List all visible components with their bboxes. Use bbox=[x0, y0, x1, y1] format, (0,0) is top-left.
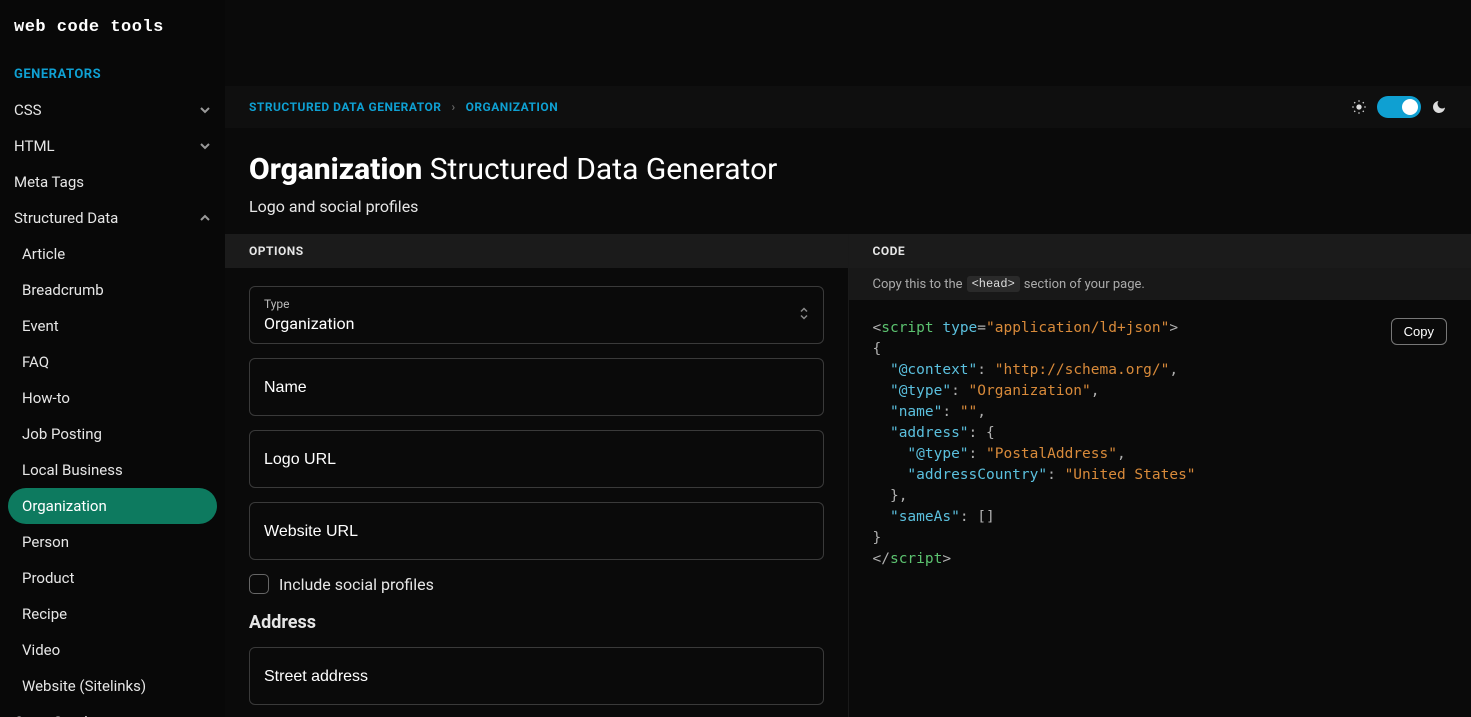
include-social-checkbox[interactable] bbox=[249, 574, 269, 594]
chevron-up-icon bbox=[199, 212, 211, 224]
type-select[interactable]: Type Organization bbox=[249, 286, 824, 344]
page-title: Organization Structured Data Generator bbox=[249, 152, 1447, 187]
sidebar-item-label: Meta Tags bbox=[14, 173, 84, 191]
sidebar-item-recipe[interactable]: Recipe bbox=[0, 596, 225, 632]
options-panel-body: Type Organization bbox=[225, 268, 848, 717]
sidebar-item-breadcrumb[interactable]: Breadcrumb bbox=[0, 272, 225, 308]
options-panel: OPTIONS Type Organization bbox=[225, 234, 849, 717]
head-tag-badge: <head> bbox=[967, 276, 1020, 292]
page-subtitle: Logo and social profiles bbox=[249, 197, 1447, 216]
sidebar-item-label: Job Posting bbox=[22, 425, 102, 443]
sidebar-item-structured-data[interactable]: Structured Data bbox=[0, 200, 225, 236]
sidebar-item-css[interactable]: CSS bbox=[0, 92, 225, 128]
sidebar-item-meta-tags[interactable]: Meta Tags bbox=[0, 164, 225, 200]
theme-toggle bbox=[1351, 96, 1447, 118]
sidebar-item-open-graph[interactable]: Open Graph bbox=[0, 704, 225, 717]
sidebar-item-person[interactable]: Person bbox=[0, 524, 225, 560]
name-input[interactable] bbox=[264, 379, 809, 397]
include-social-label: Include social profiles bbox=[279, 575, 434, 594]
panels: OPTIONS Type Organization bbox=[225, 234, 1471, 717]
sidebar-item-html[interactable]: HTML bbox=[0, 128, 225, 164]
sidebar-item-article[interactable]: Article bbox=[0, 236, 225, 272]
copy-button[interactable]: Copy bbox=[1391, 318, 1447, 345]
breadcrumb: STRUCTURED DATA GENERATOR › ORGANIZATION bbox=[249, 100, 558, 114]
sidebar-item-event[interactable]: Event bbox=[0, 308, 225, 344]
sidebar-item-job-posting[interactable]: Job Posting bbox=[0, 416, 225, 452]
sidebar-item-local-business[interactable]: Local Business bbox=[0, 452, 225, 488]
code-panel-head: CODE bbox=[849, 234, 1471, 268]
logo-url-input[interactable] bbox=[264, 451, 809, 469]
breadcrumb-leaf[interactable]: ORGANIZATION bbox=[466, 100, 559, 114]
sidebar-item-label: Website (Sitelinks) bbox=[22, 677, 146, 695]
name-field[interactable] bbox=[249, 358, 824, 416]
switch-knob bbox=[1402, 99, 1418, 115]
main: STRUCTURED DATA GENERATOR › ORGANIZATION… bbox=[225, 0, 1471, 717]
include-social-row: Include social profiles bbox=[249, 574, 824, 594]
chevron-right-icon: › bbox=[451, 100, 455, 114]
website-url-input[interactable] bbox=[264, 523, 809, 541]
brand[interactable]: web code tools bbox=[0, 0, 225, 61]
breadcrumb-root[interactable]: STRUCTURED DATA GENERATOR bbox=[249, 100, 441, 114]
sidebar-item-label: Person bbox=[22, 533, 69, 551]
header-space bbox=[225, 0, 1471, 86]
sidebar-item-video[interactable]: Video bbox=[0, 632, 225, 668]
sidebar-item-label: How-to bbox=[22, 389, 70, 407]
code-panel: CODE Copy this to the <head> section of … bbox=[849, 234, 1471, 717]
sidebar-item-label: Breadcrumb bbox=[22, 281, 104, 299]
sidebar-section-heading: GENERATORS bbox=[0, 61, 225, 92]
sidebar-item-label: Product bbox=[22, 569, 74, 587]
type-label: Type bbox=[264, 297, 809, 311]
sidebar-item-how-to[interactable]: How-to bbox=[0, 380, 225, 416]
select-chevrons-icon bbox=[799, 306, 809, 325]
sidebar-item-label: Article bbox=[22, 245, 65, 263]
street-address-field[interactable] bbox=[249, 647, 824, 705]
logo-url-field[interactable] bbox=[249, 430, 824, 488]
type-value: Organization bbox=[264, 314, 809, 333]
sidebar-item-faq[interactable]: FAQ bbox=[0, 344, 225, 380]
sidebar-item-label: Open Graph bbox=[14, 713, 93, 717]
sidebar-item-label: Video bbox=[22, 641, 60, 659]
page-title-rest: Structured Data Generator bbox=[430, 152, 778, 187]
website-url-field[interactable] bbox=[249, 502, 824, 560]
sidebar-item-product[interactable]: Product bbox=[0, 560, 225, 596]
sidebar-item-website-sitelinks[interactable]: Website (Sitelinks) bbox=[0, 668, 225, 704]
sidebar-item-label: CSS bbox=[14, 101, 42, 119]
sidebar-item-label: Structured Data bbox=[14, 209, 118, 227]
page-header: Organization Structured Data Generator L… bbox=[225, 128, 1471, 234]
code-body: Copy <script type="application/ld+json">… bbox=[849, 300, 1471, 717]
sidebar-item-label: Recipe bbox=[22, 605, 67, 623]
toolbar: STRUCTURED DATA GENERATOR › ORGANIZATION bbox=[225, 86, 1471, 128]
code-note-pre: Copy this to the bbox=[873, 277, 963, 292]
sun-icon bbox=[1351, 99, 1367, 115]
address-heading: Address bbox=[249, 612, 824, 633]
sidebar-item-organization[interactable]: Organization bbox=[8, 488, 217, 524]
chevron-down-icon bbox=[199, 104, 211, 116]
sidebar-item-label: Event bbox=[22, 317, 59, 335]
page-title-bold: Organization bbox=[249, 152, 422, 187]
street-address-input[interactable] bbox=[264, 668, 809, 686]
chevron-down-icon bbox=[199, 140, 211, 152]
sidebar-item-label: Organization bbox=[22, 497, 107, 515]
options-panel-head: OPTIONS bbox=[225, 234, 848, 268]
sidebar-item-label: Local Business bbox=[22, 461, 123, 479]
code-panel-note: Copy this to the <head> section of your … bbox=[849, 268, 1471, 300]
sidebar-item-label: HTML bbox=[14, 137, 55, 155]
dark-mode-switch[interactable] bbox=[1377, 96, 1421, 118]
moon-icon bbox=[1431, 99, 1447, 115]
sidebar-item-label: FAQ bbox=[22, 353, 49, 371]
code-block: <script type="application/ld+json"> { "@… bbox=[873, 318, 1448, 570]
code-note-post: section of your page. bbox=[1024, 277, 1145, 292]
sidebar: web code tools GENERATORS CSS HTML Meta … bbox=[0, 0, 225, 717]
